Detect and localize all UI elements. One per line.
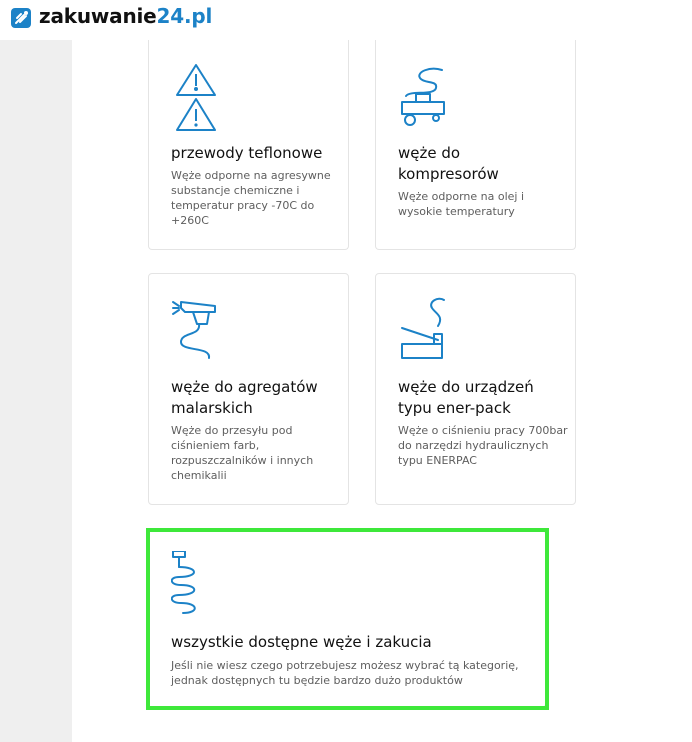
category-card-ener-pack[interactable]: węże do urządzeń typu ener-pack Węże o c…: [375, 273, 576, 505]
left-sidebar: [0, 40, 72, 742]
top-bar: zakuwanie24.pl: [0, 0, 692, 40]
category-title: przewody teflonowe: [171, 144, 323, 162]
site-logo[interactable]: zakuwanie24.pl: [39, 4, 212, 28]
selection-highlight: [146, 528, 549, 710]
category-title: węże do agregatów malarskich: [171, 378, 318, 417]
category-card-paint-sprayers[interactable]: węże do agregatów malarskich Węże do prz…: [148, 273, 349, 505]
category-description: Węże do przesyłu pod ciśnieniem farb, ro…: [171, 424, 314, 482]
category-card-compressor[interactable]: węże do kompresorów Węże odporne na olej…: [375, 40, 576, 250]
compressor-icon: [398, 66, 448, 136]
category-title: węże do urządzeń typu ener-pack: [398, 378, 534, 417]
category-description: Węże o ciśnieniu pracy 700bar do narzędz…: [398, 424, 568, 467]
category-title: węże do kompresorów: [398, 144, 499, 183]
spray-gun-icon: [171, 296, 221, 366]
category-description: Węże odporne na agresywne substancje che…: [171, 169, 331, 227]
category-card-teflon[interactable]: przewody teflonowe Węże odporne na agres…: [148, 40, 349, 250]
category-description: Węże odporne na olej i wysokie temperatu…: [398, 190, 525, 218]
hydraulic-press-icon: [398, 296, 448, 366]
warning-triangles-icon: [171, 62, 221, 132]
logo-icon[interactable]: [11, 8, 31, 28]
